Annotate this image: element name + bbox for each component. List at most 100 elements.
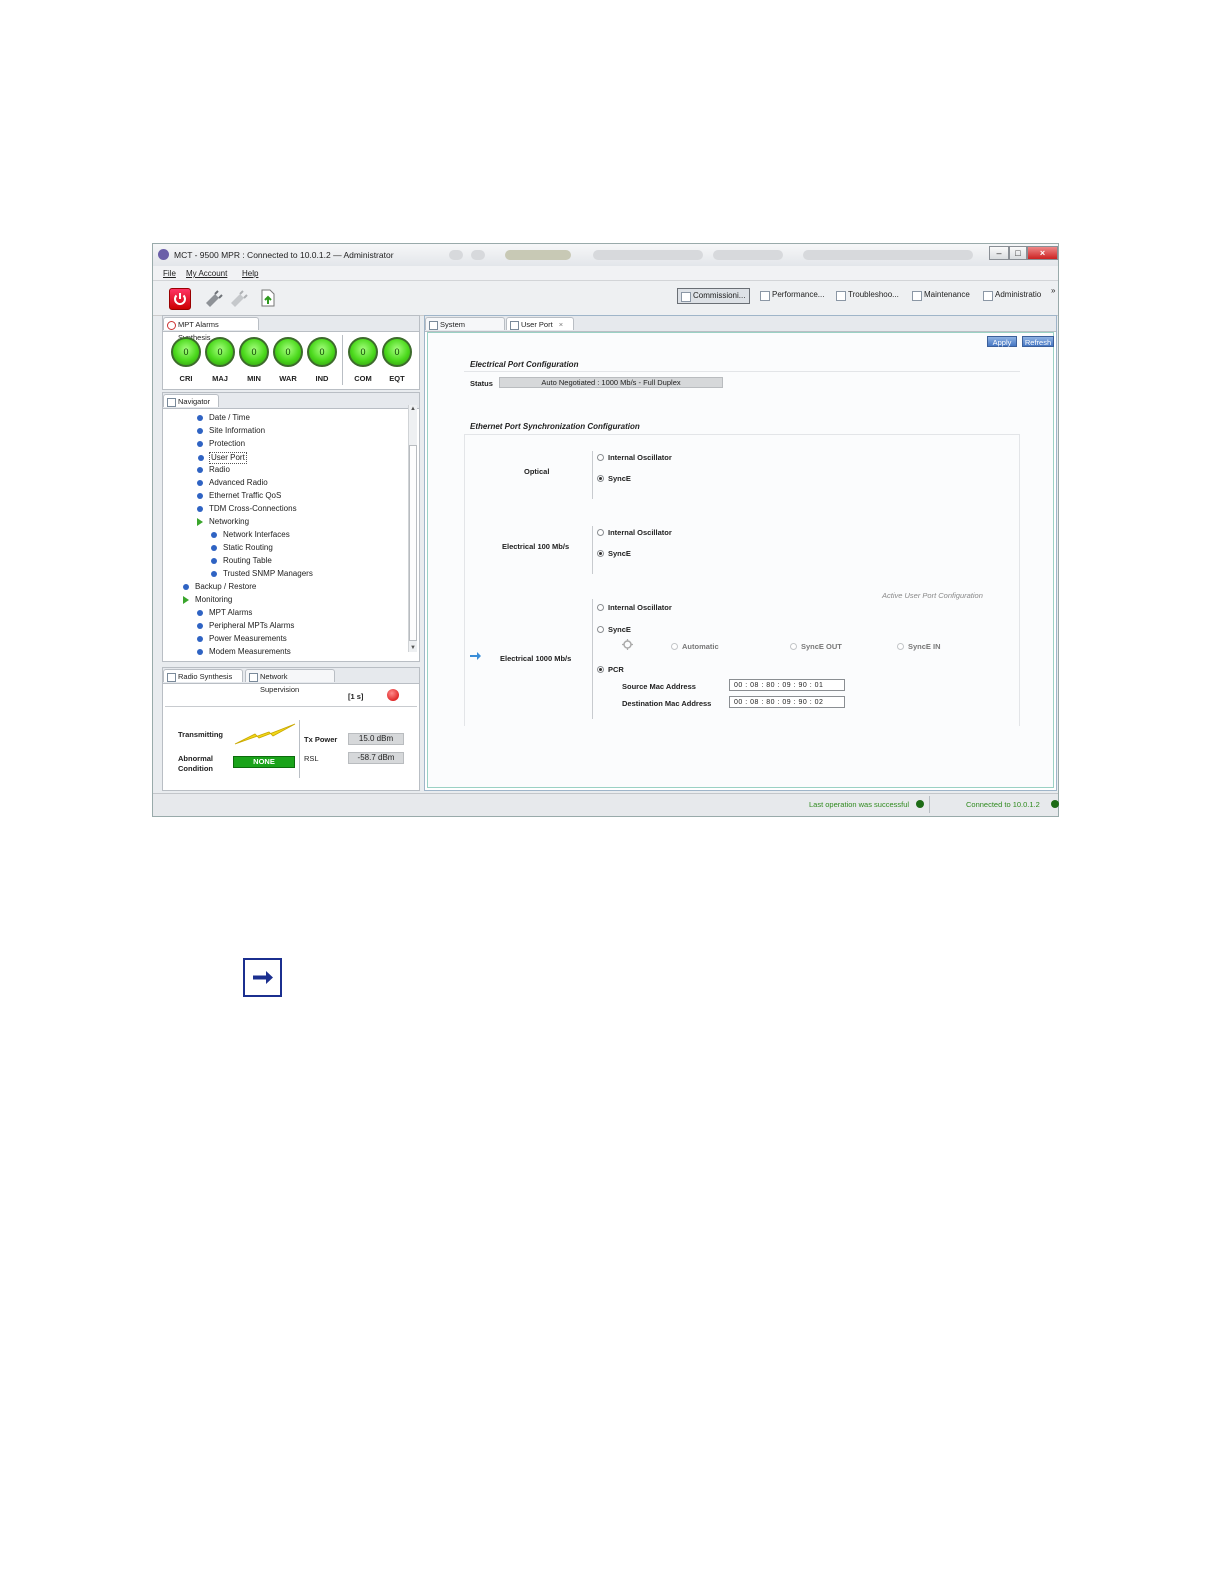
- synce-out-radio[interactable]: [790, 643, 797, 650]
- nav-ethernet-traffic-qos[interactable]: Ethernet Traffic QoS: [197, 491, 281, 501]
- scroll-up-arrow-icon[interactable]: ▲: [410, 406, 416, 412]
- e100-synce-radio[interactable]: [597, 550, 604, 557]
- menu-file[interactable]: File: [163, 269, 176, 278]
- export-document-icon[interactable]: [258, 288, 278, 308]
- menu-help[interactable]: Help: [242, 269, 258, 278]
- stop-red-icon[interactable]: [387, 689, 399, 701]
- synce-in-radio[interactable]: [897, 643, 904, 650]
- nav-date-time[interactable]: Date / Time: [197, 413, 250, 423]
- alarm-counters: 0 CRI 0 MAJ 0 MIN 0 WAR 0 IND 0 COM 0 EQ…: [164, 333, 419, 388]
- synce-automatic-radio[interactable]: [671, 643, 678, 650]
- nav-user-port[interactable]: User Port: [198, 452, 247, 464]
- nav-networking[interactable]: Networking: [197, 517, 249, 527]
- status-label: Status: [470, 379, 493, 388]
- minimize-button[interactable]: –: [989, 246, 1009, 260]
- nav-routing-table[interactable]: Routing Table: [211, 556, 272, 566]
- optical-synce-label: SyncE: [608, 474, 631, 483]
- e100-internal-oscillator-radio[interactable]: [597, 529, 604, 536]
- alarm-counter-cri[interactable]: 0: [171, 337, 201, 367]
- blurred-led-strip: [505, 250, 571, 260]
- alarm-counter-ind[interactable]: 0: [307, 337, 337, 367]
- sync-frame-right: [1019, 434, 1020, 726]
- tab-close-icon[interactable]: ×: [559, 320, 563, 329]
- navigator-tabstrip: Navigator: [163, 393, 419, 409]
- e1000-internal-oscillator-radio[interactable]: [597, 604, 604, 611]
- nav-protection[interactable]: Protection: [197, 439, 245, 449]
- close-button[interactable]: ×: [1027, 246, 1058, 260]
- nav-tdm-cross-connections[interactable]: TDM Cross-Connections: [197, 504, 297, 514]
- blurred-toolbar-region: [593, 250, 703, 260]
- nav-radio[interactable]: Radio: [197, 465, 230, 475]
- alarm-counter-com[interactable]: 0: [348, 337, 378, 367]
- tab-radio-synthesis[interactable]: Radio Synthesis: [163, 669, 243, 682]
- optical-synce-radio[interactable]: [597, 475, 604, 482]
- source-mac-input[interactable]: 00 : 08 : 80 : 09 : 90 : 01: [729, 679, 845, 691]
- scroll-down-arrow-icon[interactable]: ▼: [410, 645, 416, 651]
- expand-triangle-icon[interactable]: [197, 518, 203, 526]
- connection-status: Connected to 10.0.1.2: [966, 800, 1040, 809]
- e1000-synce-radio[interactable]: [597, 626, 604, 633]
- transmitting-label: Transmitting: [178, 730, 224, 739]
- perspective-maintenance[interactable]: Maintenance: [912, 288, 970, 302]
- disconnect-plug-icon[interactable]: [228, 288, 248, 308]
- navigator-scrollbar[interactable]: ▲ ▼: [408, 405, 417, 652]
- perspective-administration[interactable]: Administratio: [983, 288, 1041, 302]
- bullet-icon: [197, 610, 203, 616]
- perspective-icon: [760, 291, 770, 301]
- scrollbar-thumb[interactable]: [409, 445, 417, 641]
- alarm-counter-min[interactable]: 0: [239, 337, 269, 367]
- optical-internal-oscillator-label: Internal Oscillator: [608, 453, 672, 462]
- tab-network-supervision[interactable]: Network Supervision: [245, 669, 335, 694]
- alarm-label-war: WAR: [279, 374, 297, 383]
- nav-static-routing[interactable]: Static Routing: [211, 543, 273, 553]
- expand-triangle-icon[interactable]: [183, 596, 189, 604]
- nav-trusted-snmp-managers[interactable]: Trusted SNMP Managers: [211, 569, 313, 579]
- abnormal-label: Abnormal: [178, 754, 214, 763]
- rsl-label: RSL: [304, 754, 319, 763]
- perspective-troubleshooting[interactable]: Troubleshoo...: [836, 288, 899, 302]
- row-divider: [592, 526, 593, 574]
- alarm-label-min: MIN: [247, 374, 261, 383]
- nav-monitoring[interactable]: Monitoring: [183, 595, 232, 605]
- maximize-button[interactable]: □: [1009, 246, 1027, 260]
- refresh-button[interactable]: Refresh: [1022, 336, 1054, 347]
- connect-plug-icon[interactable]: [203, 288, 223, 308]
- destination-mac-label: Destination Mac Address: [622, 699, 712, 708]
- alarm-counter-maj[interactable]: 0: [205, 337, 235, 367]
- power-off-icon[interactable]: [169, 288, 191, 310]
- perspective-commissioning[interactable]: Commissioni...: [677, 288, 751, 304]
- editor-area: System Overview User Port× Apply Refresh…: [424, 315, 1057, 791]
- alarms-tabstrip: MPT Alarms Synthesis: [163, 316, 419, 342]
- apply-button[interactable]: Apply: [987, 336, 1017, 347]
- navigator-panel: Navigator Date / Time Site Information P…: [162, 392, 420, 662]
- bullet-icon: [198, 455, 204, 461]
- perspective-performance[interactable]: Performance...: [760, 288, 824, 302]
- nav-backup-restore[interactable]: Backup / Restore: [183, 582, 256, 592]
- perspective-overflow-icon[interactable]: »: [1051, 286, 1055, 295]
- nav-power-measurements[interactable]: Power Measurements: [197, 634, 287, 644]
- alarm-counter-war[interactable]: 0: [273, 337, 303, 367]
- tab-system-overview[interactable]: System Overview: [425, 317, 505, 342]
- nav-site-information[interactable]: Site Information: [197, 426, 265, 436]
- destination-mac-input[interactable]: 00 : 08 : 80 : 09 : 90 : 02: [729, 696, 845, 708]
- tab-navigator[interactable]: Navigator: [163, 394, 219, 407]
- alarm-label-eqt: EQT: [389, 374, 405, 383]
- source-mac-label: Source Mac Address: [622, 682, 696, 691]
- optical-internal-oscillator-radio[interactable]: [597, 454, 604, 461]
- row-divider: [592, 451, 593, 499]
- radio-synthesis-panel: Radio Synthesis Network Supervision [1 s…: [162, 667, 420, 791]
- alarm-counter-eqt[interactable]: 0: [382, 337, 412, 367]
- window-title: MCT - 9500 MPR : Connected to 10.0.1.2 —…: [174, 250, 394, 260]
- menu-my-account[interactable]: My Account: [186, 269, 227, 278]
- nav-mpt-alarms[interactable]: MPT Alarms: [197, 608, 252, 618]
- radio-divider: [165, 706, 417, 707]
- nav-modem-measurements[interactable]: Modem Measurements: [197, 647, 291, 657]
- nav-peripheral-mpts-alarms[interactable]: Peripheral MPTs Alarms: [197, 621, 294, 631]
- e1000-pcr-radio[interactable]: [597, 666, 604, 673]
- tab-user-port[interactable]: User Port ×: [506, 317, 574, 330]
- nav-advanced-radio[interactable]: Advanced Radio: [197, 478, 268, 488]
- perspective-icon: [983, 291, 993, 301]
- sync-settings-icon: [622, 639, 633, 650]
- tab-mpt-alarms-synthesis[interactable]: MPT Alarms Synthesis: [163, 317, 259, 342]
- nav-network-interfaces[interactable]: Network Interfaces: [211, 530, 290, 540]
